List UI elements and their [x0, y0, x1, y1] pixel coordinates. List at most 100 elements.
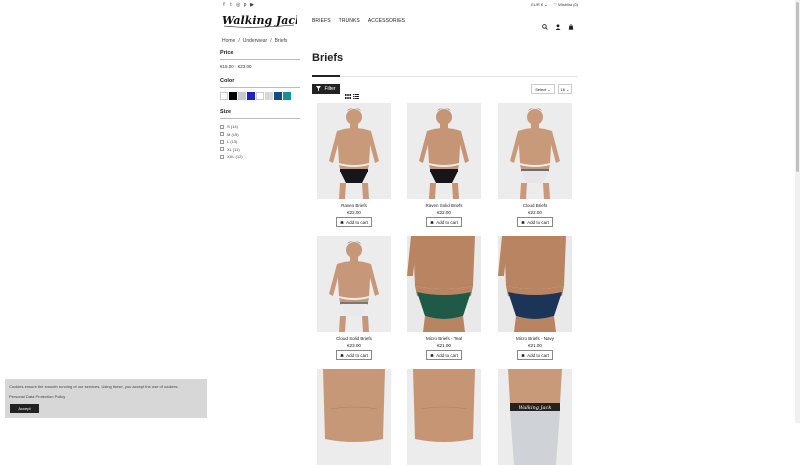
site-header: Walking Jack BRIEFS TRUNKS ACCESSORIES: [222, 11, 578, 31]
sort-select[interactable]: Select ⌄: [531, 84, 555, 94]
size-option-xl[interactable]: XL (11): [220, 146, 300, 154]
add-to-cart-button[interactable]: Add to cart: [426, 217, 462, 227]
color-filter-title: Color: [220, 78, 235, 84]
site-logo[interactable]: Walking Jack: [222, 13, 303, 29]
add-to-cart-button[interactable]: Add to cart: [336, 350, 372, 360]
grid-view-icon[interactable]: [345, 86, 351, 104]
cookie-message: Cookies ensure the smooth running of our…: [9, 384, 179, 389]
size-option-m[interactable]: M (15): [220, 131, 300, 139]
nav-accessories[interactable]: ACCESSORIES: [368, 18, 405, 24]
product-name[interactable]: Raven Briefs: [317, 203, 391, 208]
product-image[interactable]: [407, 236, 481, 332]
breadcrumb-underwear[interactable]: Underwear: [243, 38, 267, 44]
svg-text:Walking Jack: Walking Jack: [222, 14, 297, 27]
product-name[interactable]: Micro Briefs - Teal: [407, 336, 481, 341]
color-swatch[interactable]: [256, 92, 264, 100]
twitter-icon[interactable]: t: [229, 2, 233, 8]
facebook-icon[interactable]: f: [222, 2, 226, 8]
size-option-l[interactable]: L (13): [220, 138, 300, 146]
add-to-cart-button[interactable]: Add to cart: [426, 350, 462, 360]
social-links: f t ◎ p ▶: [222, 2, 254, 8]
product-image[interactable]: [498, 103, 572, 199]
product-name[interactable]: Micro Briefs - Navy: [498, 336, 572, 341]
size-checkbox[interactable]: [220, 147, 224, 152]
product-card[interactable]: Cloud Briefs €22.00 Add to cart: [498, 103, 572, 227]
scrollbar-thumb[interactable]: [796, 2, 799, 172]
product-card[interactable]: [317, 369, 391, 465]
add-to-cart-label: Add to cart: [527, 352, 549, 358]
size-checkbox[interactable]: [220, 132, 224, 137]
product-image[interactable]: [407, 369, 481, 465]
product-image[interactable]: [317, 369, 391, 465]
user-icon[interactable]: [555, 17, 561, 35]
view-toggle: [345, 86, 359, 104]
price-filter-title: Price: [220, 50, 234, 56]
add-to-cart-button[interactable]: Add to cart: [517, 350, 553, 360]
color-swatch[interactable]: [229, 92, 237, 100]
add-to-cart-label: Add to cart: [346, 352, 368, 358]
product-card[interactable]: Raven Briefs €22.00 Add to cart: [317, 103, 391, 227]
breadcrumb-home[interactable]: Home: [222, 38, 235, 44]
cart-icon[interactable]: [568, 17, 574, 35]
privacy-policy-link[interactable]: Personal Data Protection Policy: [9, 394, 65, 399]
product-image[interactable]: [498, 236, 572, 332]
size-checkbox[interactable]: [220, 154, 224, 159]
currency-selector[interactable]: EUR € ⌄: [531, 2, 547, 7]
product-card[interactable]: Raven Solid Briefs €22.00 Add to cart: [407, 103, 481, 227]
color-swatch[interactable]: [283, 92, 291, 100]
add-to-cart-label: Add to cart: [346, 219, 368, 225]
size-label: XL (11): [227, 146, 240, 152]
product-name[interactable]: Raven Solid Briefs: [407, 203, 481, 208]
list-view-icon[interactable]: [353, 86, 359, 104]
product-image[interactable]: [317, 236, 391, 332]
filter-button[interactable]: Filter: [312, 84, 340, 94]
size-checkbox[interactable]: [220, 139, 224, 144]
color-swatch[interactable]: [220, 92, 228, 100]
product-image[interactable]: [317, 103, 391, 199]
wishlist-link[interactable]: ♡ Wishlist (0): [554, 2, 578, 7]
product-image[interactable]: [407, 103, 481, 199]
accept-cookies-button[interactable]: Accept: [10, 404, 39, 413]
color-swatch[interactable]: [247, 92, 255, 100]
pinterest-icon[interactable]: p: [243, 2, 247, 8]
nav-briefs[interactable]: BRIEFS: [312, 18, 331, 24]
breadcrumb: Home / Underwear / Briefs: [222, 38, 287, 44]
product-card[interactable]: Micro Briefs - Teal €21.00 Add to cart: [407, 236, 481, 360]
title-underline: [312, 75, 340, 77]
product-card[interactable]: Micro Briefs - Navy €21.00 Add to cart: [498, 236, 572, 360]
product-price: €22.00: [347, 210, 361, 215]
product-price: €22.00: [528, 210, 542, 215]
add-to-cart-label: Add to cart: [527, 219, 549, 225]
product-price: €21.00: [528, 343, 542, 348]
youtube-icon[interactable]: ▶: [250, 2, 254, 8]
size-option-xxl[interactable]: XXL (12): [220, 153, 300, 161]
add-to-cart-button[interactable]: Add to cart: [336, 217, 372, 227]
size-label: L (13): [227, 139, 238, 145]
color-swatch[interactable]: [274, 92, 282, 100]
product-card[interactable]: [407, 369, 481, 465]
cart-icon: [521, 220, 525, 225]
size-list: S (14) M (15) L (13) XL (11) XXL (12): [220, 123, 300, 161]
size-checkbox[interactable]: [220, 124, 224, 129]
cart-icon: [340, 353, 344, 358]
size-label: S (14): [227, 124, 238, 130]
color-swatch[interactable]: [238, 92, 246, 100]
product-price: €21.00: [437, 343, 451, 348]
nav-trunks[interactable]: TRUNKS: [339, 18, 360, 24]
color-swatch[interactable]: [265, 92, 273, 100]
product-image[interactable]: Walking Jack: [498, 369, 572, 465]
product-name[interactable]: Cloud Briefs: [498, 203, 572, 208]
filter-label: Filter: [324, 86, 336, 92]
instagram-icon[interactable]: ◎: [236, 2, 240, 8]
price-range[interactable]: €15.00 - €23.00: [220, 64, 300, 69]
search-icon[interactable]: [542, 17, 548, 35]
product-card[interactable]: Walking Jack: [498, 369, 572, 465]
cart-icon: [430, 353, 434, 358]
size-option-s[interactable]: S (14): [220, 123, 300, 131]
size-label: XXL (12): [227, 154, 243, 160]
per-page-select[interactable]: 16 ⌄: [558, 84, 572, 94]
product-card[interactable]: Cloud Solid Briefs €23.00 Add to cart: [317, 236, 391, 360]
add-to-cart-button[interactable]: Add to cart: [517, 217, 553, 227]
product-name[interactable]: Cloud Solid Briefs: [317, 336, 391, 341]
page-scrollbar[interactable]: [795, 0, 800, 423]
